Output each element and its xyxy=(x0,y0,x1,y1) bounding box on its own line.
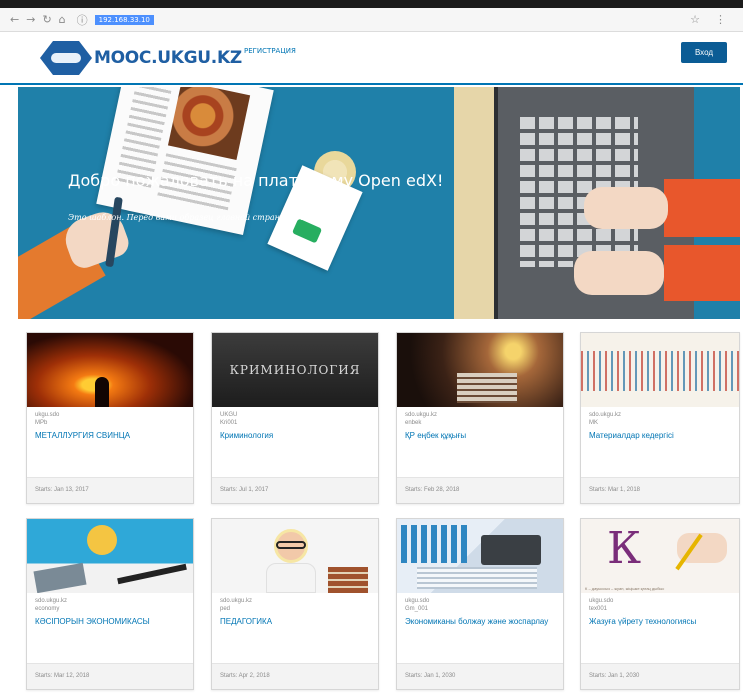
hero-sleeve-right-bottom xyxy=(664,245,740,301)
course-number: economy xyxy=(35,606,60,612)
address-bar[interactable]: ⓘ 192.168.33.10 xyxy=(77,12,154,28)
course-org: ukgu.sdo xyxy=(405,598,430,604)
course-card[interactable]: КРИМИНОЛОГИЯ UKGU Kri001 Криминология St… xyxy=(211,332,379,504)
info-icon[interactable]: ⓘ xyxy=(77,12,88,28)
course-title[interactable]: ҚР еңбек құқығы xyxy=(397,427,563,441)
course-number: Gm_001 xyxy=(405,606,429,612)
site-logo[interactable]: MOOC.UKGU.KZ xyxy=(40,41,242,75)
course-title[interactable]: ПЕДАГОГИКА xyxy=(212,613,378,627)
course-title[interactable]: Криминология xyxy=(212,427,378,441)
course-org: sdo.ukgu.kz xyxy=(35,598,68,604)
course-org: sdo.ukgu.kz xyxy=(220,598,253,604)
course-start-date: Starts: Feb 28, 2018 xyxy=(397,477,563,503)
course-number: Kri001 xyxy=(220,420,238,426)
course-number: tex001 xyxy=(589,606,608,612)
browser-menu-icon[interactable]: ⋮ xyxy=(715,13,726,26)
hero-title: Добро пожаловать на платформу Open edX! xyxy=(68,171,444,190)
address-url[interactable]: 192.168.33.10 xyxy=(94,14,154,25)
course-thumbnail[interactable] xyxy=(397,333,563,407)
course-title[interactable]: КӘСІПОРЫН ЭКОНОМИКАСЫ xyxy=(27,613,193,627)
logo-badge-icon xyxy=(40,41,92,75)
course-start-date: Starts: Jul 1, 2017 xyxy=(212,477,378,503)
hero-sleeve-right-top xyxy=(664,179,740,237)
course-thumbnail[interactable] xyxy=(27,333,193,407)
course-start-date: Starts: Jan 1, 2030 xyxy=(397,663,563,689)
back-arrow-icon[interactable]: ← xyxy=(10,13,19,26)
course-thumbnail[interactable]: К К – дауыссыз – жуан, жіңішке қатаң дыб… xyxy=(581,519,739,593)
course-start-date: Starts: Mar 12, 2018 xyxy=(27,663,193,689)
site-header: MOOC.UKGU.KZ РЕГИСТРАЦИЯ Вход xyxy=(0,33,743,85)
bookmark-star-icon[interactable]: ☆ xyxy=(690,13,700,26)
course-start-date: Starts: Mar 1, 2018 xyxy=(581,477,739,503)
course-start-date: Starts: Jan 13, 2017 xyxy=(27,477,193,503)
course-org: ukgu.sdo xyxy=(35,412,60,418)
course-card[interactable]: sdo.ukgu.kz ped ПЕДАГОГИКА Starts: Apr 2… xyxy=(211,518,379,690)
course-org: ukgu.sdo xyxy=(589,598,614,604)
course-org: sdo.ukgu.kz xyxy=(405,412,438,418)
hero-laptop-screen xyxy=(454,87,498,319)
course-number: MPb xyxy=(35,420,48,426)
course-start-date: Starts: Apr 2, 2018 xyxy=(212,663,378,689)
course-card[interactable]: sdo.ukgu.kz enbek ҚР еңбек құқығы Starts… xyxy=(396,332,564,504)
course-thumbnail[interactable] xyxy=(27,519,193,593)
course-title[interactable]: Экономиканы болжау және жоспарлау xyxy=(397,613,563,627)
logo-text: MOOC.UKGU.KZ xyxy=(94,48,242,68)
course-card[interactable]: sdo.ukgu.kz MK Материалдар кедергісі Sta… xyxy=(580,332,740,504)
course-number: ped xyxy=(220,606,231,612)
register-link[interactable]: РЕГИСТРАЦИЯ xyxy=(244,47,296,55)
course-thumbnail[interactable] xyxy=(581,333,739,407)
course-card[interactable]: К К – дауыссыз – жуан, жіңішке қатаң дыб… xyxy=(580,518,740,690)
course-org: sdo.ukgu.kz xyxy=(589,412,622,418)
top-strip xyxy=(0,0,743,8)
forward-arrow-icon[interactable]: → xyxy=(26,13,35,26)
hero-banner: Добро пожаловать на платформу Open edX! … xyxy=(18,87,740,319)
course-thumbnail[interactable] xyxy=(397,519,563,593)
course-card[interactable]: ukgu.sdo Gm_001 Экономиканы болжау және … xyxy=(396,518,564,690)
course-number: enbek xyxy=(405,420,422,426)
browser-toolbar: ← → ↻ ⌂ ⓘ 192.168.33.10 ☆ ⋮ xyxy=(0,8,743,32)
course-title[interactable]: МЕТАЛЛУРГИЯ СВИНЦА xyxy=(27,427,193,441)
reload-icon[interactable]: ↻ xyxy=(42,13,51,26)
course-title[interactable]: Материалдар кедергісі xyxy=(581,427,739,441)
hero-hand-right-top xyxy=(584,187,668,229)
course-title[interactable]: Жазуға үйрету технологиясы xyxy=(581,613,739,627)
signin-button[interactable]: Вход xyxy=(681,42,727,63)
course-thumbnail[interactable]: КРИМИНОЛОГИЯ xyxy=(212,333,378,407)
course-card[interactable]: ukgu.sdo MPb МЕТАЛЛУРГИЯ СВИНЦА Starts: … xyxy=(26,332,194,504)
course-org: UKGU xyxy=(220,412,238,418)
thumbnail-caption: К – дауыссыз – жуан, жіңішке қатаң дыбыс xyxy=(585,586,665,591)
hero-subtitle: Это шаблон. Перед вами образец главной с… xyxy=(68,213,342,222)
course-card[interactable]: sdo.ukgu.kz economy КӘСІПОРЫН ЭКОНОМИКАС… xyxy=(26,518,194,690)
thumbnail-text: КРИМИНОЛОГИЯ xyxy=(229,363,361,377)
course-number: MK xyxy=(589,420,598,426)
hero-hand-right-bottom xyxy=(574,251,664,295)
course-thumbnail[interactable] xyxy=(212,519,378,593)
home-icon[interactable]: ⌂ xyxy=(59,13,66,26)
course-start-date: Starts: Jan 1, 2030 xyxy=(581,663,739,689)
